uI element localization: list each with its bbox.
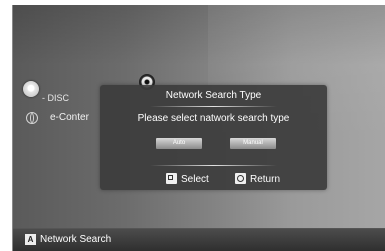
screen: - DISC e-Conter Network Search Type Plea… [0,0,385,251]
return-hint[interactable]: Return [235,173,280,186]
menu-item-econtent-label: e-Conter [50,112,89,123]
menu-item-disc[interactable]: - DISC [23,81,83,104]
select-hint: Select [166,173,209,186]
dialog-divider-bottom [150,165,277,166]
a-key-icon: A [25,234,36,245]
disc-icon [23,81,39,97]
dialog-message: Please select natwork search type [137,113,290,124]
select-hint-label: Select [181,174,209,185]
status-bar: A Network Search [13,228,385,251]
menu-item-disc-label: - DISC [42,93,69,103]
tv-display: - DISC e-Conter Network Search Type Plea… [12,5,385,251]
globe-icon [26,112,38,124]
dialog-divider-top [150,106,277,107]
select-key-icon [166,173,177,184]
return-hint-label: Return [250,174,281,185]
manual-button[interactable]: Manual [230,138,276,149]
auto-button[interactable]: Auto [156,138,202,149]
network-search-type-dialog: Network Search Type Please select natwor… [100,85,327,190]
network-search-hint[interactable]: Network Search [40,233,111,246]
return-key-icon [235,173,246,184]
dialog-title: Network Search Type [165,90,262,101]
